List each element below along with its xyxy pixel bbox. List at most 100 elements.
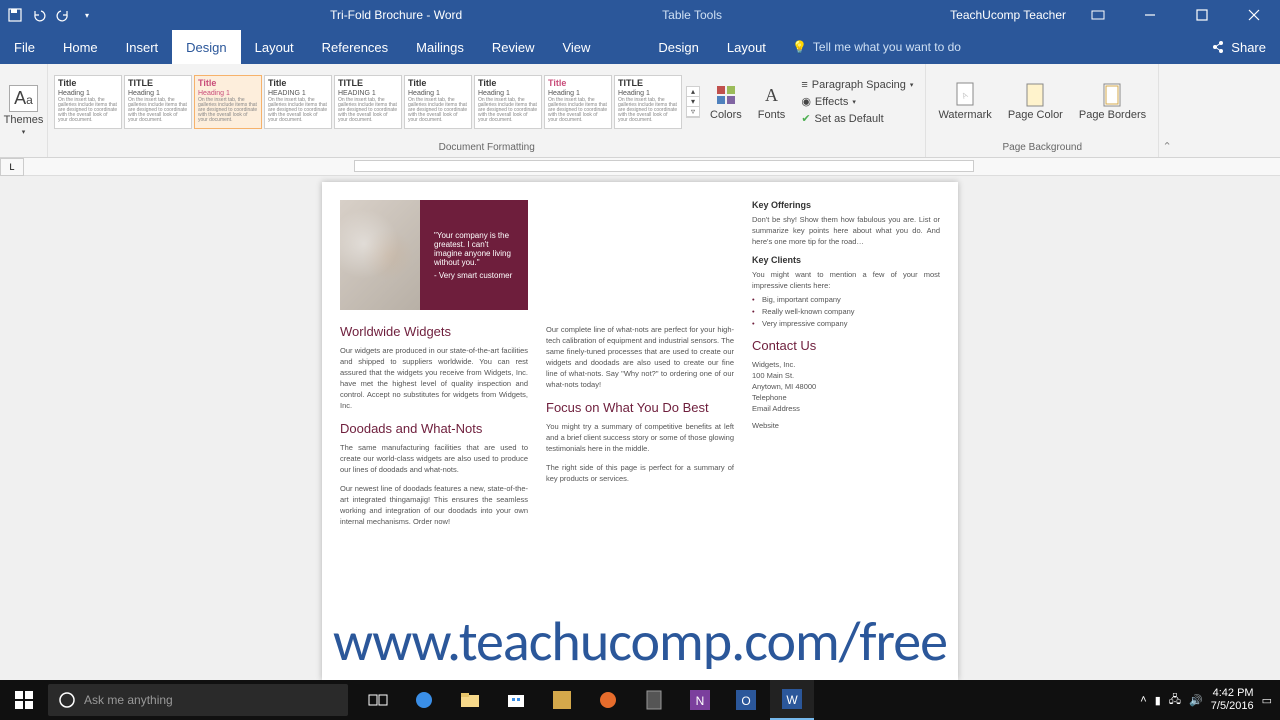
fonts-icon: A (760, 83, 784, 107)
tab-selector[interactable]: L (0, 158, 24, 176)
paragraph[interactable]: The right side of this page is perfect f… (546, 462, 734, 484)
watermark-icon: A (953, 83, 977, 107)
tab-tabletools-design[interactable]: Design (644, 30, 712, 64)
style-gallery-item[interactable]: TitleHeading 1On the insert tab, the gal… (474, 75, 542, 129)
edge-icon[interactable] (402, 680, 446, 720)
tab-references[interactable]: References (308, 30, 402, 64)
client-list[interactable]: Big, important company Really well-known… (752, 295, 940, 328)
tab-mailings[interactable]: Mailings (402, 30, 478, 64)
paragraph[interactable]: Our complete line of what-nots are perfe… (546, 324, 734, 390)
redo-icon[interactable] (56, 8, 70, 22)
undo-icon[interactable] (32, 8, 46, 22)
heading[interactable]: Key Offerings (752, 200, 940, 210)
style-gallery-item[interactable]: TitleHeading 1On the insert tab, the gal… (54, 75, 122, 129)
store-icon[interactable] (494, 680, 538, 720)
tell-me-search[interactable]: 💡 Tell me what you want to do (780, 30, 1197, 64)
network-icon[interactable]: 🖧 (1169, 691, 1181, 710)
volume-icon[interactable]: 🔊 (1189, 694, 1203, 707)
list-item[interactable]: Very impressive company (752, 319, 940, 328)
set-default-button[interactable]: ✔Set as Default (801, 112, 913, 125)
start-button[interactable] (0, 691, 48, 709)
paragraph[interactable]: Our widgets are produced in our state-of… (340, 345, 528, 411)
style-gallery[interactable]: TitleHeading 1On the insert tab, the gal… (54, 75, 682, 129)
style-gallery-item[interactable]: TitleHeading 1On the insert tab, the gal… (404, 75, 472, 129)
word-icon[interactable]: W (770, 680, 814, 720)
themes-button[interactable]: Aa Themes ▾ (4, 85, 44, 136)
svg-text:N: N (696, 694, 705, 708)
notifications-icon[interactable]: ▭ (1262, 694, 1272, 707)
collapse-ribbon-icon[interactable]: ⌃ (1159, 64, 1175, 157)
taskbar: Ask me anything N O W ˄ ▮ 🖧 🔊 4:42 PM 7/… (0, 680, 1280, 720)
ribbon-display-icon[interactable] (1078, 0, 1118, 30)
qat-more-icon[interactable]: ▾ (80, 8, 94, 22)
gallery-down-icon[interactable]: ▾ (687, 97, 699, 107)
group-label-doc-formatting: Document Formatting (48, 140, 925, 157)
svg-text:O: O (741, 694, 750, 708)
style-gallery-item[interactable]: TITLEHeading 1On the insert tab, the gal… (124, 75, 192, 129)
page-color-icon (1023, 84, 1047, 108)
outlook-icon[interactable]: O (724, 680, 768, 720)
heading[interactable]: Key Clients (752, 255, 940, 265)
gallery-up-icon[interactable]: ▴ (687, 87, 699, 97)
maximize-button[interactable] (1182, 0, 1222, 30)
gallery-scroll[interactable]: ▴ ▾ ▿ (686, 86, 700, 118)
app-icon[interactable] (540, 680, 584, 720)
titlebar: ▾ Tri-Fold Brochure - Word Table Tools T… (0, 0, 1280, 30)
paragraph[interactable]: You might want to mention a few of your … (752, 269, 940, 291)
system-tray[interactable]: ˄ ▮ 🖧 🔊 4:42 PM 7/5/2016 ▭ (1140, 687, 1280, 713)
page-color-button[interactable]: Page Color (1002, 84, 1069, 121)
heading[interactable]: Worldwide Widgets (340, 324, 528, 339)
brochure-quote[interactable]: "Your company is the greatest. I can't i… (420, 200, 528, 310)
document-area[interactable]: "Your company is the greatest. I can't i… (0, 176, 1280, 680)
contact-heading[interactable]: Contact Us (752, 338, 940, 353)
effects-icon: ◉ (801, 95, 811, 108)
paragraph-spacing-button[interactable]: ≡Paragraph Spacing▾ (801, 79, 913, 91)
onenote-icon[interactable]: N (678, 680, 722, 720)
page-borders-button[interactable]: Page Borders (1073, 84, 1152, 121)
style-gallery-item[interactable]: TitleHEADING 1On the insert tab, the gal… (264, 75, 332, 129)
tab-insert[interactable]: Insert (112, 30, 173, 64)
clock[interactable]: 4:42 PM 7/5/2016 (1211, 687, 1254, 713)
cortana-search[interactable]: Ask me anything (48, 684, 348, 716)
minimize-button[interactable] (1130, 0, 1170, 30)
tray-chevron-icon[interactable]: ˄ (1140, 694, 1146, 706)
style-gallery-item[interactable]: TitleHeading 1On the insert tab, the gal… (544, 75, 612, 129)
address[interactable]: Widgets, Inc. 100 Main St. Anytown, MI 4… (752, 359, 940, 431)
list-item[interactable]: Really well-known company (752, 307, 940, 316)
context-tab-label: Table Tools (662, 8, 722, 22)
firefox-icon[interactable] (586, 680, 630, 720)
paragraph[interactable]: The same manufacturing facilities that a… (340, 442, 528, 475)
colors-icon (714, 83, 738, 107)
style-gallery-item[interactable]: TITLEHeading 1On the insert tab, the gal… (614, 75, 682, 129)
task-view-icon[interactable] (356, 680, 400, 720)
tab-review[interactable]: Review (478, 30, 549, 64)
watermark-button[interactable]: A Watermark (932, 83, 997, 121)
paragraph[interactable]: You might try a summary of competitive b… (546, 421, 734, 454)
close-button[interactable] (1234, 0, 1274, 30)
tab-tabletools-layout[interactable]: Layout (713, 30, 780, 64)
tab-layout[interactable]: Layout (241, 30, 308, 64)
save-icon[interactable] (8, 8, 22, 22)
brochure-col-1: "Your company is the greatest. I can't i… (340, 200, 528, 662)
colors-button[interactable]: Colors (704, 83, 748, 121)
account-name[interactable]: TeachUcomp Teacher (950, 8, 1066, 22)
brochure-photo[interactable] (340, 200, 420, 310)
paragraph[interactable]: Our newest line of doodads features a ne… (340, 483, 528, 527)
calculator-icon[interactable] (632, 680, 676, 720)
heading[interactable]: Focus on What You Do Best (546, 400, 734, 415)
heading[interactable]: Doodads and What-Nots (340, 421, 528, 436)
paragraph[interactable]: Don't be shy! Show them how fabulous you… (752, 214, 940, 247)
tab-home[interactable]: Home (49, 30, 112, 64)
style-gallery-item[interactable]: TitleHeading 1On the insert tab, the gal… (194, 75, 262, 129)
gallery-more-icon[interactable]: ▿ (687, 107, 699, 117)
effects-button[interactable]: ◉Effects▾ (801, 95, 913, 108)
list-item[interactable]: Big, important company (752, 295, 940, 304)
fonts-button[interactable]: A Fonts (752, 83, 792, 121)
tab-view[interactable]: View (548, 30, 604, 64)
style-gallery-item[interactable]: TITLEHEADING 1On the insert tab, the gal… (334, 75, 402, 129)
file-explorer-icon[interactable] (448, 680, 492, 720)
share-button[interactable]: Share (1197, 30, 1280, 64)
tab-file[interactable]: File (0, 30, 49, 64)
battery-icon[interactable]: ▮ (1155, 694, 1161, 707)
tab-design[interactable]: Design (172, 30, 240, 64)
